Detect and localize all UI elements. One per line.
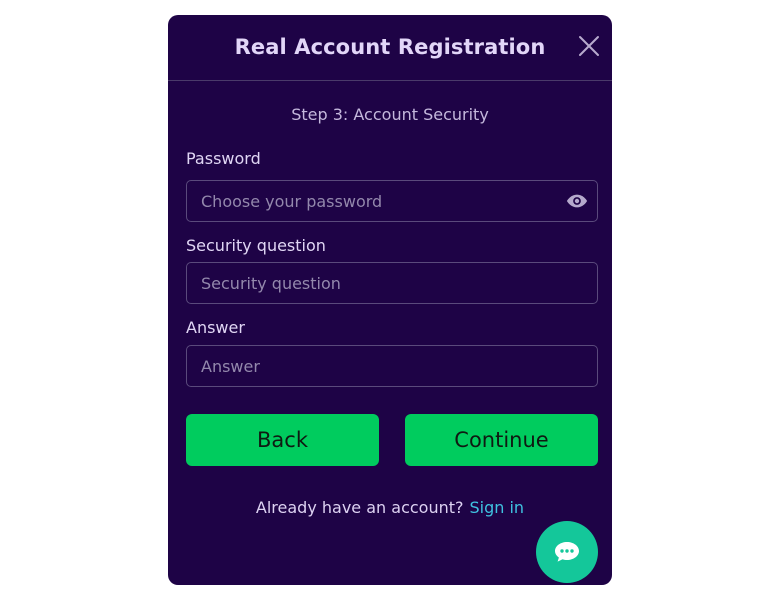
password-input[interactable]	[187, 181, 597, 221]
password-field-wrapper	[186, 180, 598, 222]
answer-label: Answer	[186, 318, 245, 337]
continue-button[interactable]: Continue	[405, 414, 598, 466]
modal-title: Real Account Registration	[234, 35, 546, 59]
sign-in-prompt-text: Already have an account?	[255, 498, 464, 517]
password-label: Password	[186, 149, 261, 168]
registration-modal: Real Account Registration Step 3: Accoun…	[168, 15, 612, 585]
chat-bubble-icon	[555, 542, 579, 562]
eye-icon[interactable]	[566, 193, 588, 209]
answer-field-wrapper	[186, 345, 598, 387]
step-indicator: Step 3: Account Security	[291, 105, 489, 124]
answer-input[interactable]	[187, 346, 597, 386]
close-icon[interactable]	[577, 34, 601, 58]
security-question-label: Security question	[186, 236, 326, 255]
sign-in-prompt: Already have an account? Sign in	[168, 497, 612, 519]
chat-button[interactable]	[536, 521, 598, 583]
security-question-input[interactable]	[187, 263, 597, 303]
back-button[interactable]: Back	[186, 414, 379, 466]
close-button[interactable]	[577, 34, 601, 58]
sign-in-link[interactable]: Sign in	[470, 498, 525, 517]
modal-header: Real Account Registration	[168, 15, 612, 81]
security-question-field-wrapper	[186, 262, 598, 304]
